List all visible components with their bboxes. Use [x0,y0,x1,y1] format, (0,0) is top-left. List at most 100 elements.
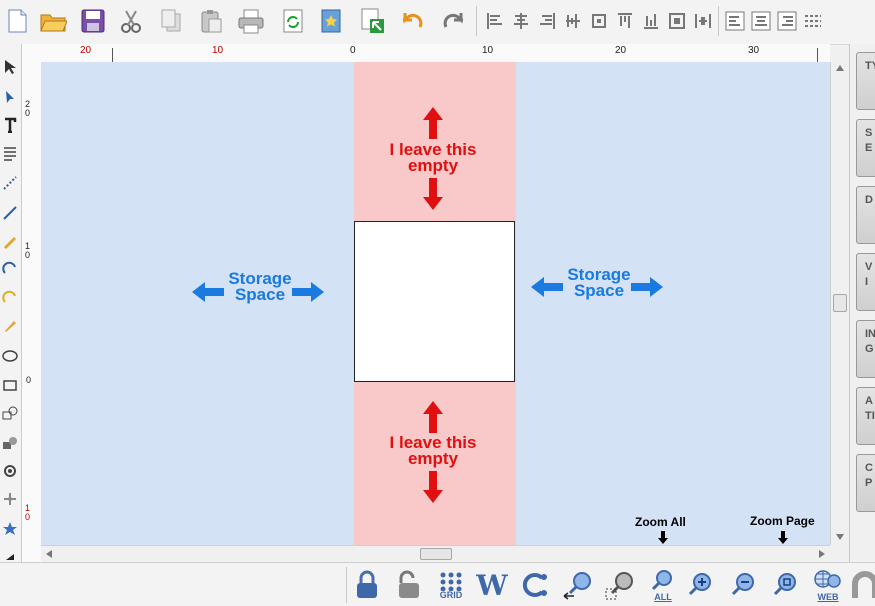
zoom-web-icon[interactable]: WEB [811,567,845,603]
connector-icon[interactable] [1,490,19,508]
copy-icon[interactable] [156,6,186,36]
toolbar-separator [476,6,477,36]
right-storage-label: Storage Space [558,266,640,300]
zoom-out-icon[interactable] [727,567,761,603]
arrow-down-icon [423,178,443,210]
side-tab-button[interactable]: C P [856,454,875,512]
undo-icon[interactable] [398,6,428,36]
grid-icon[interactable]: GRID [434,567,468,603]
star-tool-icon[interactable] [1,520,19,538]
side-tab-button[interactable]: IN G [856,320,875,378]
shape-tool-icon[interactable] [1,404,19,422]
ellipse-tool-icon[interactable] [1,346,19,364]
horizontal-scrollbar[interactable] [41,545,830,562]
rectangle-tool-icon[interactable] [1,376,19,394]
word-wrap-icon[interactable]: W [475,567,509,603]
arc-tool-icon[interactable] [1,260,19,278]
zoom-all-icon[interactable]: ALL [646,567,680,603]
new-document-icon[interactable] [2,6,32,36]
brush-icon[interactable] [1,316,19,334]
side-tab-button[interactable]: TY [856,52,875,110]
save-icon[interactable] [78,6,108,36]
vertical-scrollbar[interactable] [830,62,849,545]
ruler-tick [817,48,818,62]
select-arrow-icon[interactable] [1,58,19,76]
paragraph-tool-icon[interactable] [1,144,19,162]
right-storage-line2: Space [573,281,625,300]
ruler-label: 0 [350,45,356,56]
redo-icon[interactable] [438,6,468,36]
grid-label: GRID [439,589,463,600]
ruler-label: 10 [212,45,224,56]
right-side-panel: TY S E D V I IN G A TI C P [849,44,875,564]
bottom-toolbar: GRID W ALL WEB [0,562,875,606]
scroll-right-icon[interactable] [818,549,826,559]
node-select-icon[interactable] [1,88,19,106]
ruler-label: 10 [482,45,494,56]
arrow-up-icon [423,107,443,139]
text-tool-icon[interactable] [1,116,19,134]
camera-icon[interactable] [1,462,19,480]
lock-icon[interactable] [350,567,384,603]
zoom-page-label: Zoom Page [750,514,815,528]
arrow-down-icon [658,531,668,544]
zoom-area-icon[interactable] [603,567,637,603]
unlock-icon[interactable] [391,567,425,603]
magnet-icon[interactable] [849,567,875,603]
drawing-canvas[interactable]: I leave this empty I leave this empty St… [41,62,830,545]
dashed-line-icon[interactable] [1,174,19,192]
ruler-label: 1 0 [25,503,31,522]
drawing-tools-panel [0,44,22,564]
top-empty-label: I leave this empty [374,141,492,175]
ruler-tick [112,48,113,62]
ruler-label: 1 0 [25,241,31,260]
scroll-left-icon[interactable] [45,549,53,559]
side-tab-button[interactable]: A TI [856,387,875,445]
arrow-right-icon [292,282,324,302]
arrow-right-icon [631,277,663,297]
left-storage-label: Storage Space [219,270,301,304]
connector-mode-icon[interactable] [518,567,552,603]
distribute-vertical-icon[interactable] [798,6,828,36]
shape-fill-icon[interactable] [1,434,19,452]
distribute-horizontal-icon[interactable] [688,6,718,36]
ruler-label: 20 [80,45,92,56]
web-label: WEB [817,591,839,602]
ruler-label: 20 [615,45,627,56]
zoom-page-icon[interactable] [769,567,803,603]
scroll-down-icon[interactable] [835,533,845,541]
top-empty-line2: empty [407,156,459,175]
toolbar-separator [346,567,347,603]
side-tab-button[interactable]: D [856,186,875,244]
side-tab-button[interactable]: S E [856,119,875,177]
ruler-label: 2 0 [25,99,31,118]
vertical-ruler: 2 0 1 0 0 1 0 [22,62,42,562]
bottom-empty-label: I leave this empty [374,434,492,467]
arrow-up-icon [423,401,443,433]
page-area[interactable] [354,221,515,382]
cut-icon[interactable] [116,6,146,36]
scroll-up-icon[interactable] [835,64,845,72]
print-icon[interactable] [236,6,266,36]
bookmark-icon[interactable] [316,6,346,36]
open-folder-icon[interactable] [38,6,68,36]
side-tab-button[interactable]: V I [856,253,875,311]
ruler-label: 0 [26,375,32,385]
line-tool-icon[interactable] [1,204,19,222]
arrow-down-icon [778,531,788,544]
toolbar-separator [718,6,719,36]
export-icon[interactable] [358,6,388,36]
zoom-previous-icon[interactable] [561,567,595,603]
paste-icon[interactable] [196,6,226,36]
refresh-icon[interactable] [278,6,308,36]
curve-tool-icon[interactable] [1,288,19,306]
zoom-in-icon[interactable] [684,567,718,603]
pencil-icon[interactable] [1,232,19,250]
w-glyph: W [476,568,508,602]
zoom-all-label: Zoom All [635,515,686,529]
horizontal-scroll-thumb[interactable] [420,548,452,560]
vertical-scroll-thumb[interactable] [833,294,847,312]
ruler-label: 30 [748,45,760,56]
arrow-down-icon [423,471,443,503]
left-storage-line2: Space [234,285,286,304]
